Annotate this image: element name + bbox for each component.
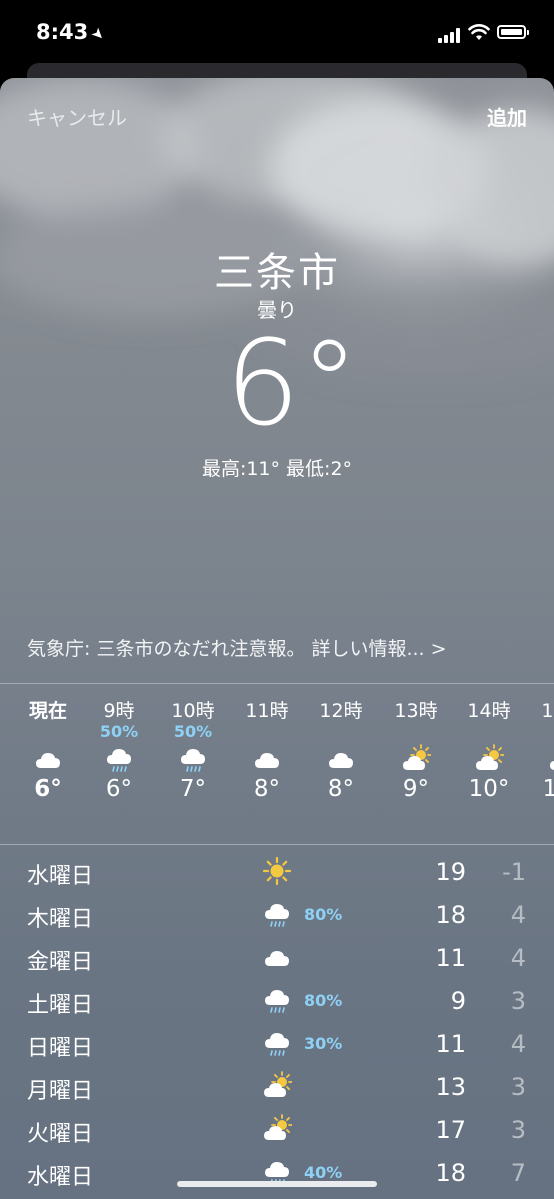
location-arrow-icon: ➤ bbox=[87, 23, 110, 45]
daily-low: 3 bbox=[510, 1116, 526, 1144]
chevron-right-icon: > bbox=[430, 638, 447, 660]
cancel-button[interactable]: キャンセル bbox=[27, 102, 127, 131]
cloud-icon bbox=[326, 744, 356, 774]
hourly-precip-chance: 50% bbox=[173, 722, 213, 741]
hourly-time: 10時 bbox=[171, 700, 215, 722]
daily-precip-chance: 40% bbox=[304, 1163, 343, 1182]
hourly-precip-chance: 50% bbox=[99, 722, 139, 741]
partly-sunny-icon bbox=[262, 1114, 293, 1144]
cloud-icon bbox=[33, 744, 63, 774]
cloud-rain-icon bbox=[262, 1028, 292, 1058]
daily-precip-chance: 80% bbox=[304, 905, 343, 924]
daily-forecast-row: 水曜日 40% 18 7 bbox=[0, 1153, 554, 1196]
daily-precip-chance: 30% bbox=[304, 1034, 343, 1053]
daily-high: 11 bbox=[435, 944, 466, 972]
daily-forecast-row: 水曜日 19 -1 bbox=[0, 852, 554, 895]
hourly-temperature: 9° bbox=[402, 776, 430, 802]
daily-day: 土曜日 bbox=[27, 993, 94, 1018]
daily-precip-chance: 80% bbox=[304, 991, 343, 1010]
hourly-time: 15時 bbox=[541, 700, 554, 722]
daily-high: 17 bbox=[435, 1116, 466, 1144]
partly-sunny-icon bbox=[262, 1071, 293, 1101]
hourly-temperature: 6° bbox=[34, 776, 62, 802]
wifi-icon bbox=[468, 24, 490, 40]
add-button[interactable]: 追加 bbox=[487, 102, 527, 131]
daily-low: 4 bbox=[510, 901, 526, 929]
hourly-temperature: 7° bbox=[179, 776, 207, 802]
daily-low: 3 bbox=[510, 987, 526, 1015]
daily-high: 11 bbox=[435, 1030, 466, 1058]
cloud-rain-icon bbox=[262, 899, 292, 929]
partly-sunny-icon bbox=[548, 744, 554, 774]
daily-high: 18 bbox=[435, 1159, 466, 1187]
hourly-temperature: 6° bbox=[105, 776, 133, 802]
city-name: 三条市 bbox=[214, 250, 340, 296]
daily-day: 水曜日 bbox=[27, 1165, 94, 1190]
battery-icon bbox=[497, 25, 529, 39]
daily-forecast-row: 日曜日 30% 11 4 bbox=[0, 1024, 554, 1067]
partly-sunny-icon bbox=[474, 744, 505, 774]
daily-day: 月曜日 bbox=[27, 1079, 94, 1104]
cloud-icon bbox=[262, 942, 292, 972]
hourly-time: 13時 bbox=[394, 700, 438, 722]
cloud-rain-icon bbox=[104, 744, 134, 774]
daily-forecast-row: 月曜日 13 3 bbox=[0, 1067, 554, 1110]
daily-forecast-row: 木曜日 80% 18 4 bbox=[0, 895, 554, 938]
daily-high: 19 bbox=[435, 858, 466, 886]
status-bar: 8:43➤ bbox=[0, 0, 554, 64]
daily-high: 18 bbox=[435, 901, 466, 929]
hourly-temperature: 10° bbox=[468, 776, 510, 802]
cloud-rain-icon bbox=[178, 744, 208, 774]
current-temperature: 6° bbox=[224, 314, 360, 452]
alert-text: 気象庁: 三条市のなだれ注意報。 詳しい情報... bbox=[27, 638, 425, 660]
hourly-time: 11時 bbox=[245, 700, 289, 722]
hourly-temperature: 8° bbox=[327, 776, 355, 802]
daily-high: 13 bbox=[435, 1073, 466, 1101]
weather-alert-link[interactable]: 気象庁: 三条市のなだれ注意報。 詳しい情報... > bbox=[27, 634, 447, 661]
hourly-temperature: 10° bbox=[542, 776, 554, 802]
daily-day: 日曜日 bbox=[27, 1036, 94, 1061]
status-time: 8:43➤ bbox=[36, 20, 110, 45]
partly-sunny-icon bbox=[401, 744, 432, 774]
daily-low: 4 bbox=[510, 944, 526, 972]
cellular-signal-icon bbox=[438, 27, 462, 43]
daily-low: 4 bbox=[510, 1030, 526, 1058]
daily-day: 木曜日 bbox=[27, 907, 94, 932]
sun-icon bbox=[262, 856, 292, 886]
daily-day: 金曜日 bbox=[27, 950, 94, 975]
daily-forecast-row: 土曜日 80% 9 3 bbox=[0, 981, 554, 1024]
hourly-time: 現在 bbox=[28, 700, 67, 722]
hourly-time: 9時 bbox=[103, 700, 135, 722]
divider-bottom bbox=[0, 844, 554, 845]
daily-forecast-row: 火曜日 17 3 bbox=[0, 1110, 554, 1153]
hourly-forecast-scroll[interactable]: 現在 6° 9時 50% 6° 10時 50% 7° 11時 8° 12時 8° 13時 9° 14時 10°… bbox=[0, 684, 554, 844]
daily-low: -1 bbox=[502, 858, 526, 886]
daily-day: 火曜日 bbox=[27, 1122, 94, 1147]
daily-low: 7 bbox=[510, 1159, 526, 1187]
daily-forecast-row: 金曜日 11 4 bbox=[0, 938, 554, 981]
hourly-temperature: 8° bbox=[253, 776, 281, 802]
cloud-rain-icon bbox=[262, 985, 292, 1015]
daily-low: 3 bbox=[510, 1073, 526, 1101]
weather-sheet: キャンセル 追加 三条市 曇り 6° 最高:11° 最低:2° 気象庁: 三条市… bbox=[0, 78, 554, 1199]
daily-high: 9 bbox=[450, 987, 466, 1015]
hourly-time: 14時 bbox=[467, 700, 511, 722]
daily-day: 水曜日 bbox=[27, 864, 94, 889]
high-low-temperature: 最高:11° 最低:2° bbox=[201, 458, 353, 480]
hourly-time: 12時 bbox=[319, 700, 363, 722]
cloud-icon bbox=[252, 744, 282, 774]
home-indicator[interactable] bbox=[177, 1181, 377, 1187]
